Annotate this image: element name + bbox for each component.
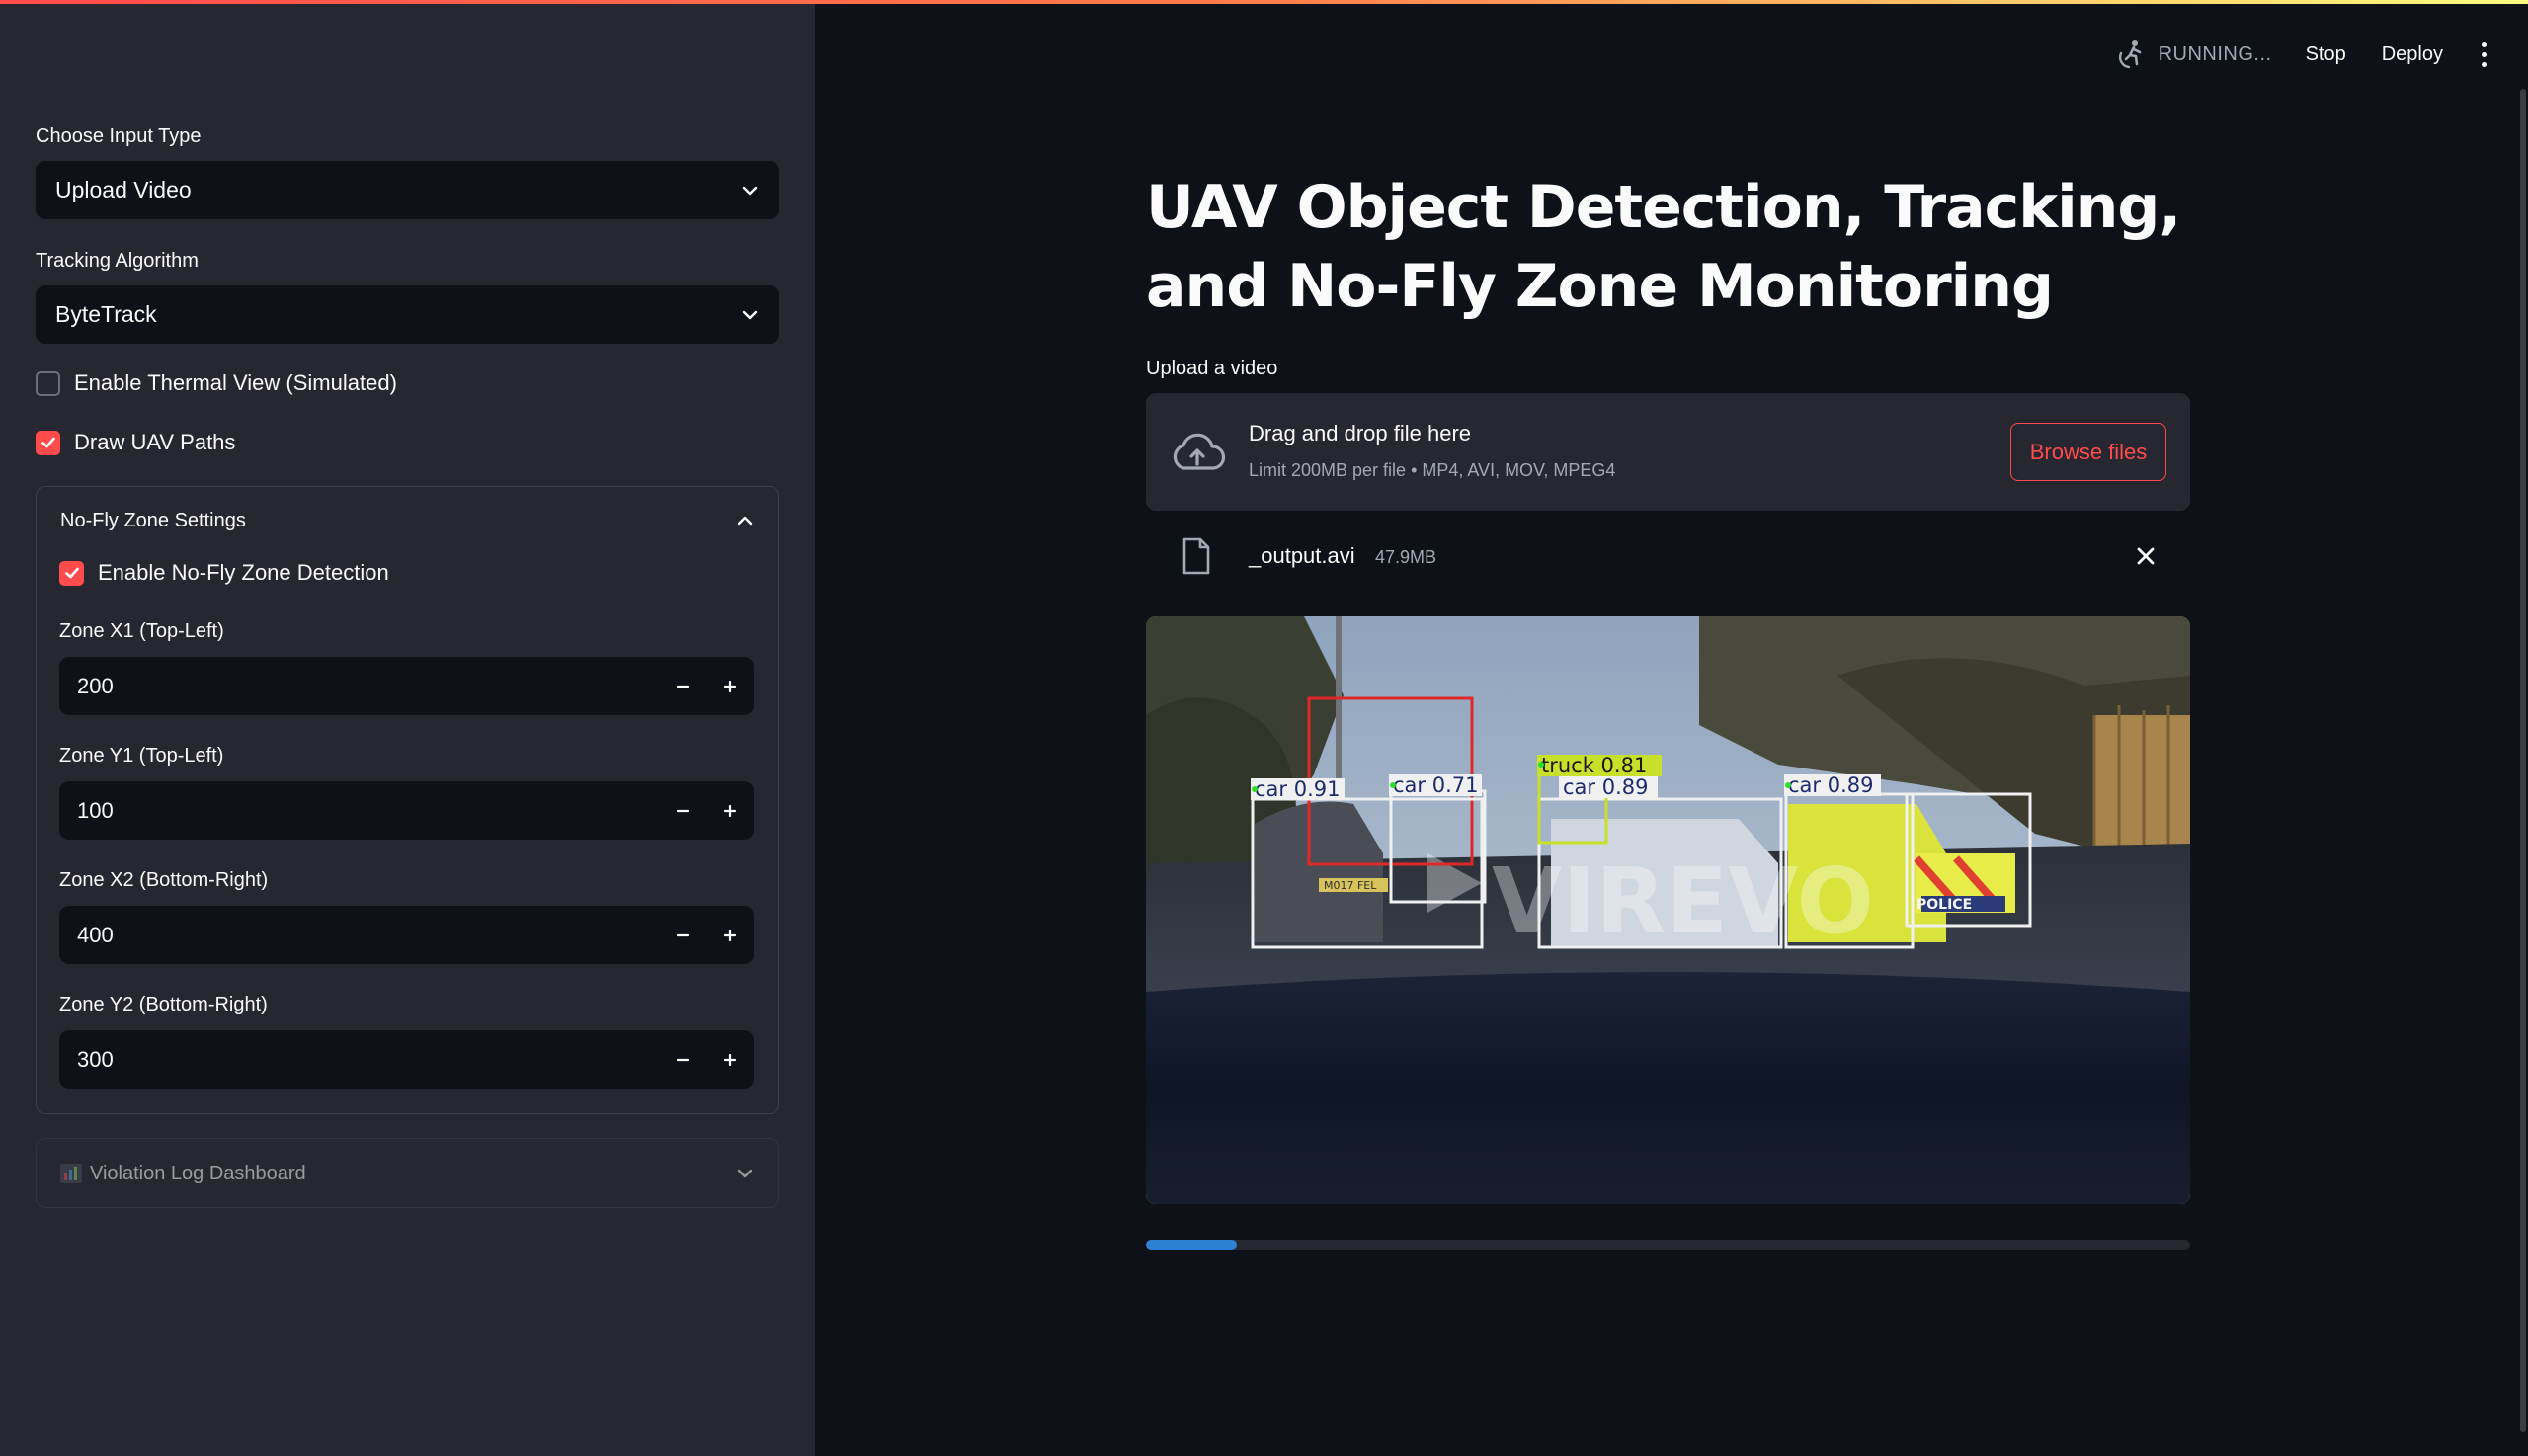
app-header: RUNNING... Stop Deploy — [2115, 30, 2528, 79]
file-size: 47.9MB — [1375, 547, 1437, 567]
deploy-button[interactable]: Deploy — [2382, 43, 2443, 66]
uav-paths-label: Draw UAV Paths — [74, 430, 236, 454]
checkbox-unchecked-icon[interactable] — [36, 370, 60, 396]
zone-y1-input[interactable]: 100 — [59, 781, 754, 840]
top-decoration-bar — [0, 0, 2528, 4]
browse-files-button[interactable]: Browse files — [2010, 423, 2166, 481]
chevron-down-icon — [735, 1164, 755, 1183]
file-icon — [1182, 537, 1210, 575]
plate-text: M017 FEL — [1324, 879, 1377, 892]
zone-y2-label: Zone Y2 (Bottom-Right) — [59, 994, 268, 1015]
zone-y1-value[interactable]: 100 — [59, 798, 659, 824]
main-menu-icon[interactable] — [2479, 40, 2488, 69]
nofly-title: No-Fly Zone Settings — [60, 509, 246, 531]
cloud-upload-icon — [1173, 433, 1226, 470]
zone-y1-label: Zone Y1 (Top-Left) — [59, 745, 224, 767]
chevron-down-icon — [740, 181, 760, 201]
decrement-button[interactable] — [659, 906, 706, 964]
tracking-label: Tracking Algorithm — [36, 250, 199, 272]
stop-button[interactable]: Stop — [2306, 43, 2346, 66]
decrement-button[interactable] — [659, 657, 706, 715]
close-icon[interactable] — [2133, 543, 2159, 569]
violation-expander-header[interactable]: Violation Log Dashboard — [60, 1159, 755, 1188]
running-icon — [2118, 40, 2141, 69]
scrollbar[interactable] — [2520, 89, 2526, 1432]
file-dropzone[interactable]: Drag and drop file here Limit 200MB per … — [1146, 393, 2190, 511]
uploaded-file: _output.avi 47.9MB — [1146, 533, 2190, 583]
chevron-up-icon — [735, 511, 755, 530]
thermal-label: Enable Thermal View (Simulated) — [74, 370, 397, 395]
detection-label: car 0.89 — [1788, 773, 1873, 797]
detection-label: car 0.91 — [1255, 777, 1340, 801]
police-text: POLICE — [1916, 897, 1972, 913]
input-type-select[interactable]: Upload Video — [36, 161, 779, 219]
video-progress-bar — [1146, 1240, 2190, 1250]
input-type-label: Choose Input Type — [36, 125, 202, 147]
increment-button[interactable] — [706, 906, 754, 964]
drag-drop-text: Drag and drop file here — [1249, 421, 1472, 445]
decrement-button[interactable] — [659, 781, 706, 840]
zone-y2-input[interactable]: 300 — [59, 1030, 754, 1089]
zone-y2-value[interactable]: 300 — [59, 1047, 659, 1073]
sidebar: Choose Input Type Upload Video Tracking … — [0, 0, 815, 1456]
uav-paths-checkbox[interactable]: Draw UAV Paths — [36, 430, 235, 455]
tracking-value: ByteTrack — [55, 301, 157, 327]
violation-title: Violation Log Dashboard — [90, 1162, 306, 1184]
nofly-enable-checkbox[interactable]: Enable No-Fly Zone Detection — [59, 560, 389, 586]
upload-limit-text: Limit 200MB per file • MP4, AVI, MOV, MP… — [1249, 460, 1616, 480]
detection-label: car 0.71 — [1393, 773, 1478, 797]
bar-chart-icon — [60, 1164, 82, 1183]
zone-x1-value[interactable]: 200 — [59, 674, 659, 699]
checkbox-checked-icon[interactable] — [59, 560, 84, 586]
page-title: UAV Object Detection, Tracking, and No-F… — [1146, 173, 2181, 321]
input-type-value: Upload Video — [55, 177, 192, 202]
increment-button[interactable] — [706, 1030, 754, 1089]
zone-x1-label: Zone X1 (Top-Left) — [59, 620, 224, 642]
chevron-down-icon — [740, 305, 760, 325]
nofly-expander-header[interactable]: No-Fly Zone Settings — [60, 506, 755, 535]
violation-expander[interactable]: Violation Log Dashboard — [36, 1138, 779, 1208]
detection-label: truck 0.81 — [1541, 754, 1647, 777]
zone-x1-input[interactable]: 200 — [59, 657, 754, 715]
tracking-select[interactable]: ByteTrack — [36, 285, 779, 344]
increment-button[interactable] — [706, 657, 754, 715]
detection-video-image: VIREVO POLICE M017 FEL car 0.91 car 0.71… — [1146, 616, 2190, 1204]
decrement-button[interactable] — [659, 1030, 706, 1089]
increment-button[interactable] — [706, 781, 754, 840]
zone-x2-value[interactable]: 400 — [59, 923, 659, 948]
progress-fill — [1146, 1240, 1237, 1250]
thermal-checkbox[interactable]: Enable Thermal View (Simulated) — [36, 370, 397, 396]
detection-label: car 0.89 — [1563, 775, 1648, 799]
nofly-enable-label: Enable No-Fly Zone Detection — [98, 560, 389, 585]
checkbox-checked-icon[interactable] — [36, 430, 60, 455]
file-name: _output.avi — [1249, 543, 1355, 568]
zone-x2-label: Zone X2 (Bottom-Right) — [59, 869, 269, 891]
zone-x2-input[interactable]: 400 — [59, 906, 754, 964]
watermark-text: VIREVO — [1492, 849, 1874, 954]
running-status: RUNNING... — [2158, 42, 2272, 65]
upload-label: Upload a video — [1146, 358, 1278, 379]
video-frame[interactable]: VIREVO POLICE M017 FEL car 0.91 car 0.71… — [1146, 616, 2190, 1204]
